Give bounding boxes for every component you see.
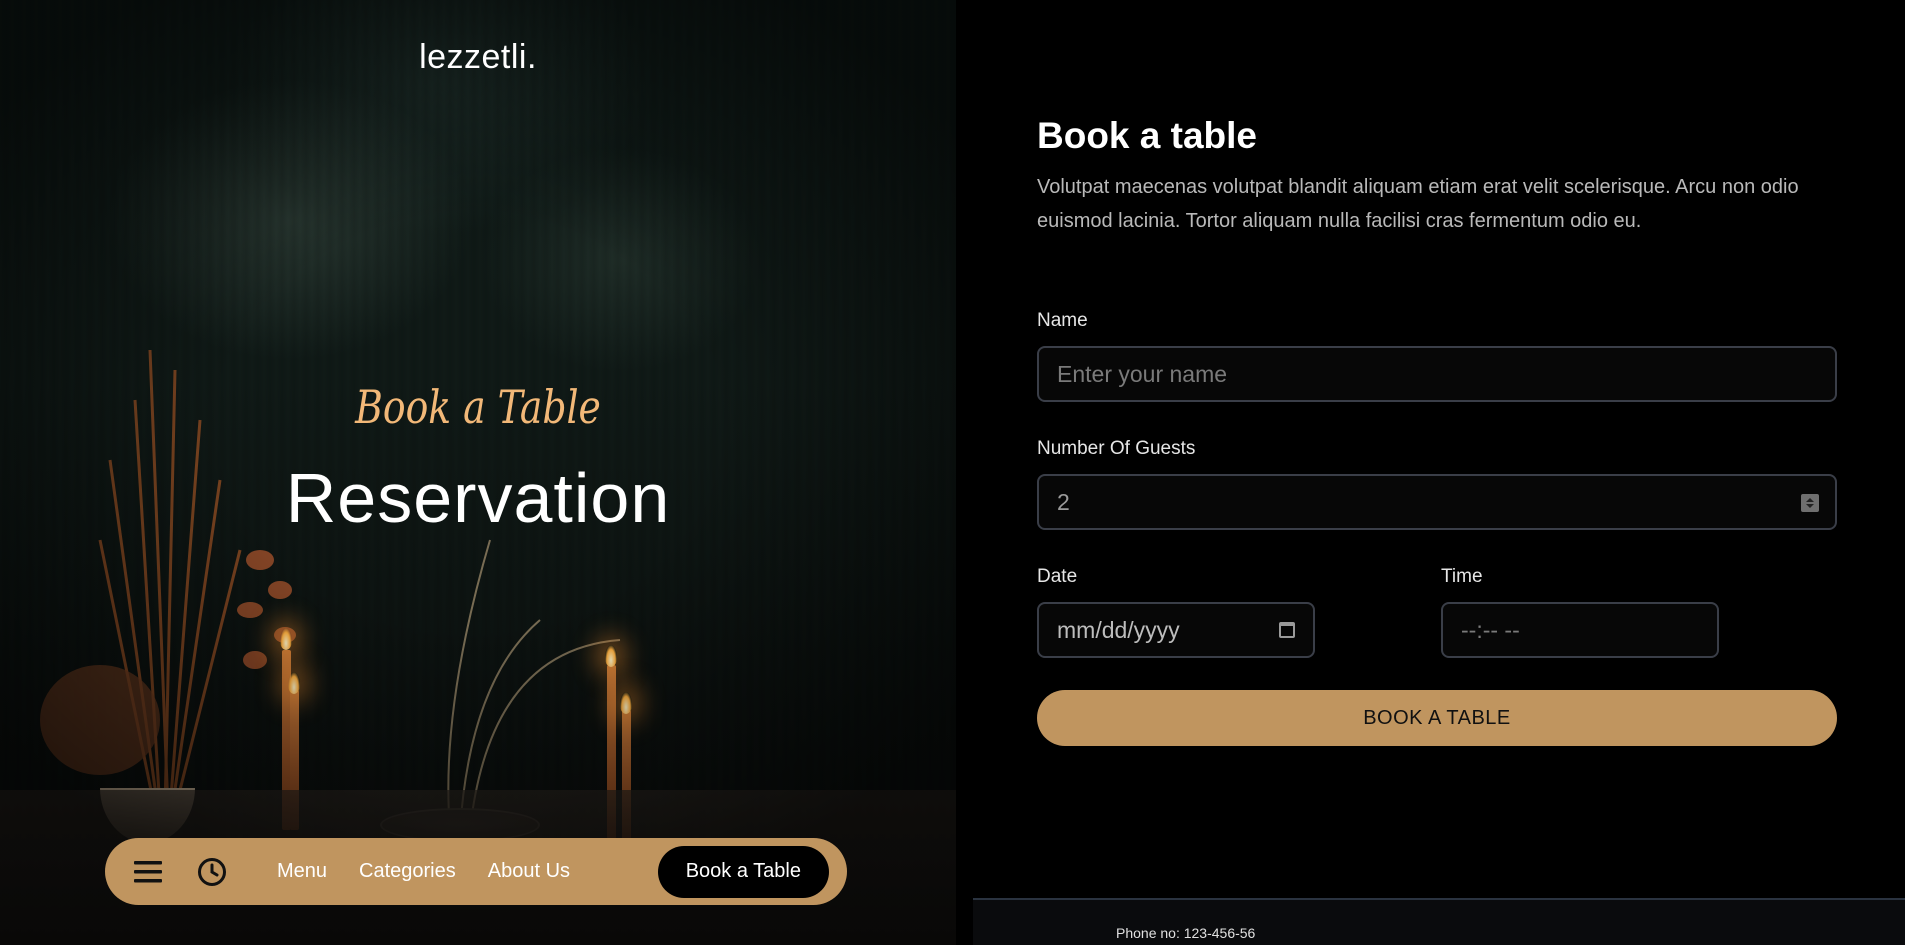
guests-label: Number Of Guests — [1037, 438, 1196, 459]
guests-input[interactable]: 2 — [1037, 474, 1837, 530]
number-spinner-icon[interactable] — [1801, 494, 1819, 512]
bottom-navbar: Menu Categories About Us Book a Table — [105, 838, 847, 905]
form-description: Volutpat maecenas volutpat blandit aliqu… — [1037, 176, 1799, 232]
nav-link-menu[interactable]: Menu — [277, 860, 327, 883]
brand-logo[interactable]: lezzetli. — [0, 38, 956, 77]
calendar-icon[interactable] — [1279, 622, 1295, 638]
reservation-panel: Book a table Volutpat maecenas volutpat … — [973, 0, 1905, 945]
time-input[interactable]: --:-- -- — [1441, 602, 1719, 658]
name-label: Name — [1037, 310, 1088, 331]
hero-section: lezzetli. Book a Table Reservation Menu … — [0, 0, 956, 945]
guests-value: 2 — [1057, 488, 1070, 515]
clock-icon[interactable] — [197, 857, 227, 887]
footer-phone: Phone no: 123-456-56 — [1116, 925, 1256, 941]
time-placeholder: --:-- -- — [1461, 616, 1520, 643]
nav-links: Menu Categories About Us — [277, 860, 570, 883]
form-title: Book a table — [1037, 115, 1257, 156]
date-input[interactable]: mm/dd/yyyy — [1037, 602, 1315, 658]
hero-script-title: Book a Table — [355, 380, 601, 434]
time-label: Time — [1441, 566, 1483, 587]
nav-link-about-us[interactable]: About Us — [488, 860, 570, 883]
hamburger-icon[interactable] — [133, 857, 163, 887]
name-input[interactable] — [1037, 346, 1837, 402]
footer — [973, 900, 1905, 945]
date-label: Date — [1037, 566, 1078, 587]
book-a-table-submit-button[interactable]: BOOK A TABLE — [1037, 690, 1837, 746]
date-placeholder: mm/dd/yyyy — [1057, 616, 1180, 643]
book-a-table-nav-button[interactable]: Book a Table — [657, 845, 829, 898]
nav-link-categories[interactable]: Categories — [359, 860, 456, 883]
hero-title: Reservation — [285, 459, 671, 537]
